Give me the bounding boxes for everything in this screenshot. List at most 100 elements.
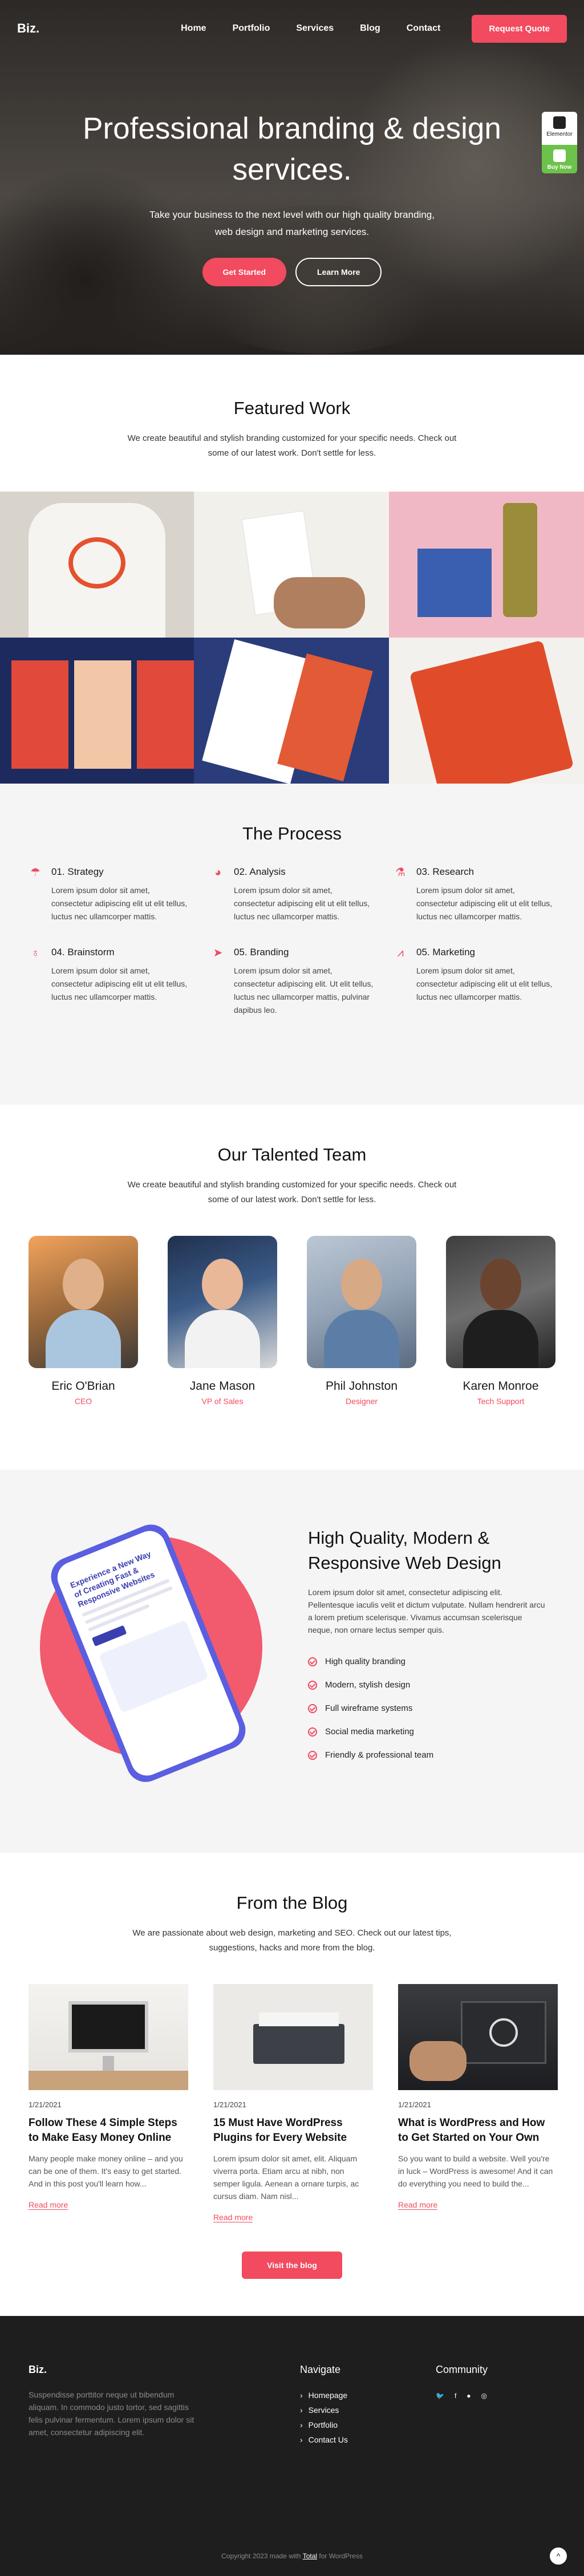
face-shape <box>202 1259 243 1310</box>
blog-post-card: 1/21/2021 Follow These 4 Simple Steps to… <box>29 1984 188 2223</box>
feature-item: Full wireframe systems <box>308 1697 548 1720</box>
process-section: The Process ☂ 01. Strategy Lorem ipsum d… <box>0 784 584 1105</box>
feature-label: Modern, stylish design <box>325 1680 411 1690</box>
check-circle-icon <box>308 1727 317 1737</box>
get-started-button[interactable]: Get Started <box>202 258 286 286</box>
reddit-icon[interactable]: ● <box>467 2392 471 2400</box>
poster-shape <box>137 660 194 769</box>
blog-post-date: 1/21/2021 <box>213 2100 246 2109</box>
feature-label: High quality branding <box>325 1657 405 1666</box>
twitter-icon[interactable]: 🐦 <box>436 2392 444 2400</box>
blog-post-date: 1/21/2021 <box>398 2100 431 2109</box>
gallery-item-shirt[interactable] <box>0 492 194 638</box>
body-shape <box>324 1310 399 1368</box>
featured-subtitle: We create beautiful and stylish branding… <box>127 433 457 458</box>
footer-link-portfolio[interactable]: Portfolio <box>300 2420 348 2429</box>
process-step: ⚗ 03. Research Lorem ipsum dolor sit ame… <box>394 866 565 923</box>
poster-shape <box>74 660 131 769</box>
team-member-card: Jane Mason VP of Sales <box>168 1236 277 1406</box>
process-step-title: 05. Branding <box>234 947 289 958</box>
blog-post-title[interactable]: Follow These 4 Simple Steps to Make Easy… <box>29 2116 188 2145</box>
request-quote-button[interactable]: Request Quote <box>472 14 567 43</box>
process-step-title: 02. Analysis <box>234 866 286 877</box>
hero-content: Professional branding & design services.… <box>0 108 584 286</box>
process-step-title: 05. Marketing <box>416 947 475 958</box>
blog-post-image[interactable] <box>398 1984 558 2090</box>
blog-post-image[interactable] <box>29 1984 188 2090</box>
gallery-item-coffee-bag[interactable] <box>389 638 584 784</box>
face-shape <box>341 1259 382 1310</box>
nav-link-home[interactable]: Home <box>181 23 206 34</box>
visit-blog-button[interactable]: Visit the blog <box>242 2252 342 2279</box>
blog-post-image[interactable] <box>213 1984 373 2090</box>
desk-shape <box>29 2071 188 2090</box>
web-design-description: Lorem ipsum dolor sit amet, consectetur … <box>308 1588 545 1634</box>
pie-chart-icon: ◕ <box>214 866 222 879</box>
team-member-name: Jane Mason <box>189 1380 256 1393</box>
tshirt-print <box>68 537 125 589</box>
learn-more-button[interactable]: Learn More <box>295 258 382 286</box>
flask-icon: ⚗ <box>395 866 405 879</box>
read-more-link[interactable]: Read more <box>29 2200 68 2210</box>
blog-post-excerpt: Many people make money online – and you … <box>29 2154 183 2188</box>
read-more-link[interactable]: Read more <box>213 2213 253 2222</box>
footer-logo[interactable]: Biz. <box>29 2364 200 2376</box>
web-design-title: High Quality, Modern & Responsive Web De… <box>308 1528 501 1573</box>
blog-post-date: 1/21/2021 <box>29 2100 62 2109</box>
nav-link-services[interactable]: Services <box>296 23 334 34</box>
footer-link-services[interactable]: Services <box>300 2405 348 2415</box>
chart-line-icon: ⩘ <box>397 947 404 959</box>
team-member-photo <box>446 1236 555 1368</box>
hero-subtitle: Take your business to the next level wit… <box>149 209 435 237</box>
nav-links: Home Portfolio Services Blog Contact <box>181 23 440 34</box>
footer-link-homepage[interactable]: Homepage <box>300 2391 348 2400</box>
team-member-photo <box>307 1236 416 1368</box>
scroll-to-top-button[interactable]: ^ <box>550 2547 567 2565</box>
team-section: Our Talented Team We create beautiful an… <box>0 1105 584 1470</box>
site-footer: Biz. Suspendisse porttitor neque ut bibe… <box>0 2316 584 2576</box>
check-circle-icon <box>308 1657 317 1666</box>
box-shape <box>417 549 492 617</box>
featured-work-section: Featured Work We create beautiful and st… <box>0 355 584 492</box>
check-circle-icon <box>308 1703 317 1713</box>
feature-item: Social media marketing <box>308 1720 548 1743</box>
process-step-title: 03. Research <box>416 866 474 877</box>
team-title: Our Talented Team <box>217 1145 367 1165</box>
site-logo[interactable]: Biz. <box>17 21 39 36</box>
nav-link-blog[interactable]: Blog <box>360 23 380 34</box>
process-step-text: Lorem ipsum dolor sit amet, consectetur … <box>51 886 188 921</box>
bottle-shape <box>503 503 537 617</box>
facebook-icon[interactable]: f <box>455 2392 456 2400</box>
process-grid: ☂ 01. Strategy Lorem ipsum dolor sit ame… <box>29 866 584 1017</box>
process-step-title: 04. Brainstorm <box>51 947 115 958</box>
blog-post-title[interactable]: What is WordPress and How to Get Started… <box>398 2116 558 2145</box>
stand-shape <box>103 2056 114 2071</box>
copyright-brand-link[interactable]: Total <box>303 2552 317 2560</box>
gallery-item-print-cards[interactable] <box>194 638 389 784</box>
footer-description: Suspendisse porttitor neque ut bibendum … <box>29 2390 194 2437</box>
elementor-widget[interactable]: Elementor <box>542 112 577 145</box>
team-member-role: VP of Sales <box>201 1397 244 1406</box>
feature-label: Full wireframe systems <box>325 1703 413 1713</box>
team-member-name: Eric O'Brian <box>51 1380 115 1393</box>
gallery-item-posters[interactable] <box>0 638 194 784</box>
buy-now-widget[interactable]: Buy Now <box>542 145 577 173</box>
footer-community-title: Community <box>436 2364 488 2375</box>
blog-grid: 1/21/2021 Follow These 4 Simple Steps to… <box>29 1984 584 2223</box>
feature-label: Social media marketing <box>325 1727 414 1737</box>
body-shape <box>185 1310 260 1368</box>
footer-link-contact[interactable]: Contact Us <box>300 2435 348 2444</box>
gallery-item-coffee-cup[interactable] <box>194 492 389 638</box>
face-shape <box>63 1259 104 1310</box>
buy-now-label: Buy Now <box>547 164 572 171</box>
process-step: ⩘ 05. Marketing Lorem ipsum dolor sit am… <box>394 946 565 1017</box>
process-step: ➤ 05. Branding Lorem ipsum dolor sit ame… <box>211 946 394 1017</box>
nav-link-portfolio[interactable]: Portfolio <box>233 23 270 34</box>
nav-link-contact[interactable]: Contact <box>407 23 441 34</box>
hand-shape <box>409 2041 467 2081</box>
blog-post-title[interactable]: 15 Must Have WordPress Plugins for Every… <box>213 2116 373 2145</box>
instagram-icon[interactable]: ◎ <box>481 2392 487 2400</box>
gallery-item-packaging[interactable] <box>389 492 584 638</box>
web-design-section: Experience a New Way of Creating Fast & … <box>0 1470 584 1853</box>
read-more-link[interactable]: Read more <box>398 2200 438 2210</box>
